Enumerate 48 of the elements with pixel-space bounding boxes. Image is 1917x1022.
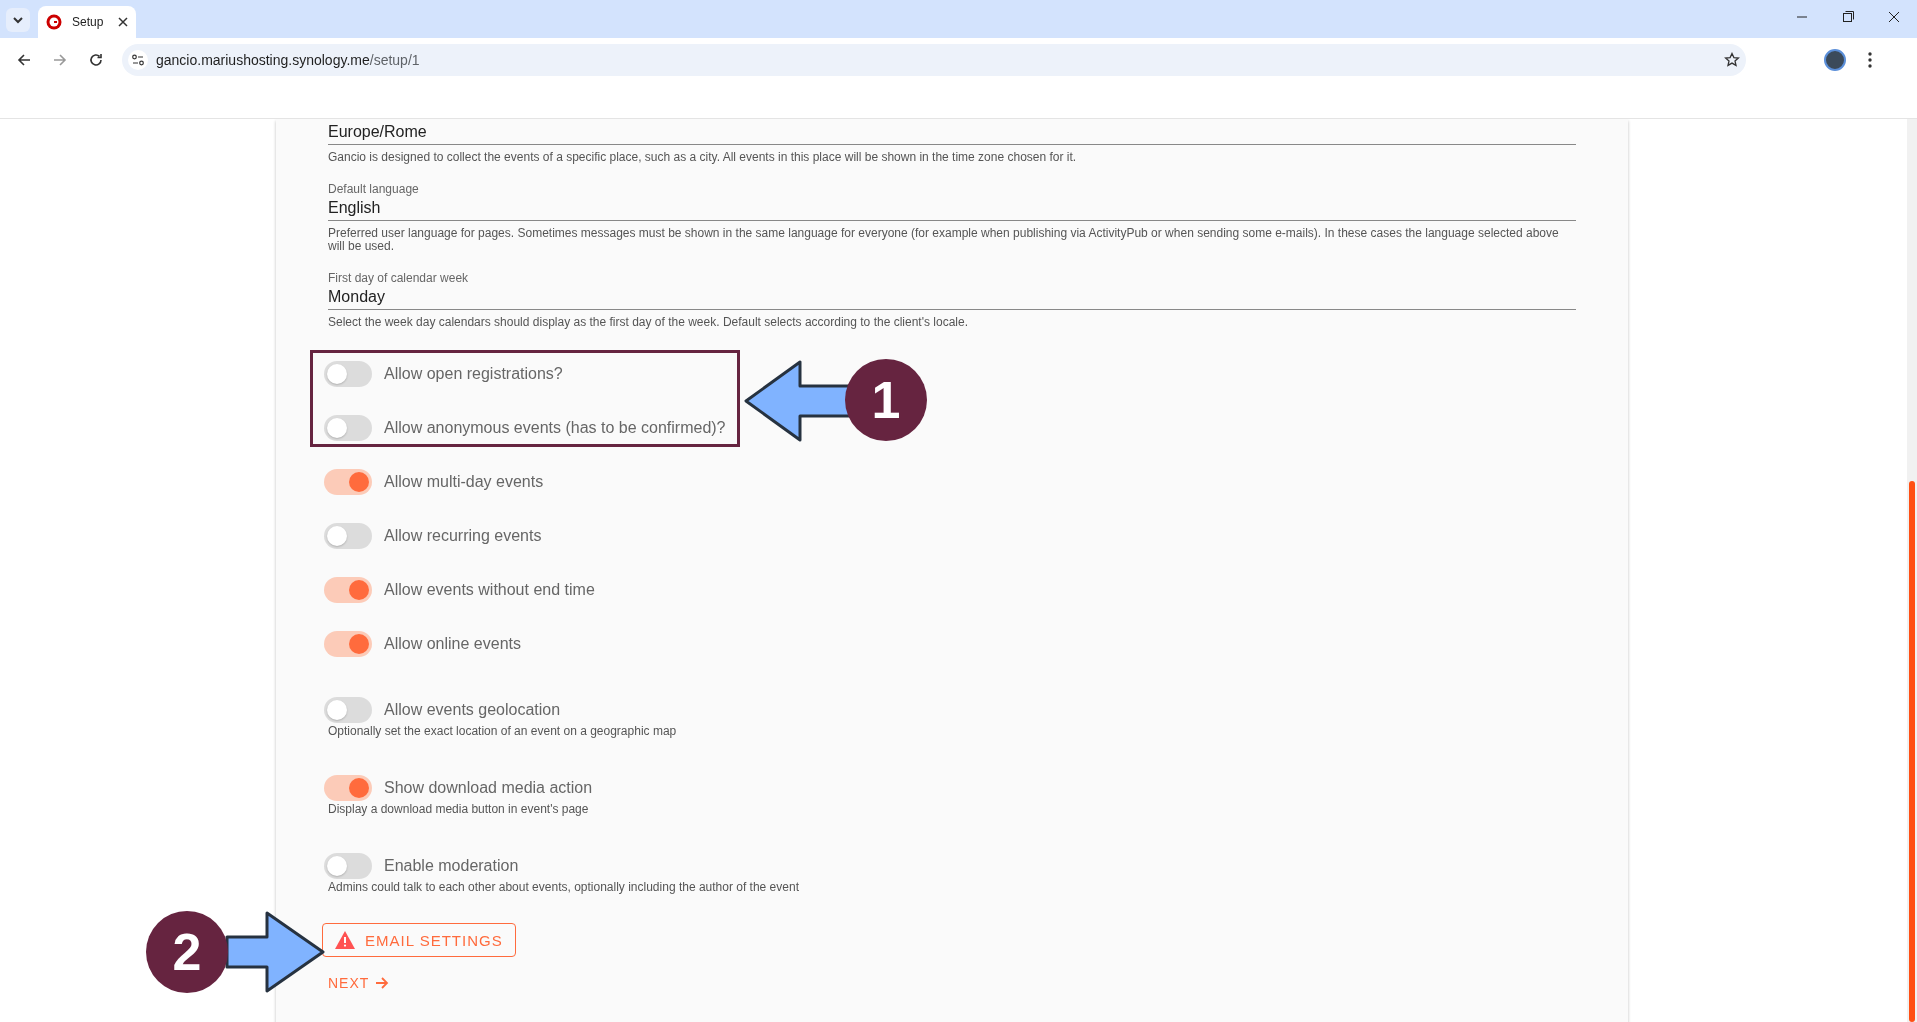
browser-tab[interactable]: Setup <box>38 6 136 38</box>
url-text: gancio.mariushosting.synology.me/setup/1 <box>156 52 421 68</box>
field-label: First day of calendar week <box>328 271 470 285</box>
toggle-label: Allow events geolocation <box>384 701 561 719</box>
select-field[interactable]: Europe/Rome <box>328 120 1576 145</box>
reload-icon[interactable] <box>88 52 104 68</box>
warning-icon <box>335 931 355 949</box>
tab-list-button[interactable] <box>6 8 30 32</box>
toggle-label: Show download media action <box>384 779 593 797</box>
toggle-label: Enable moderation <box>384 857 519 875</box>
field-hint: Select the week day calendars should display as the first day of the week. Default selects according to the client's locale. <box>328 316 969 329</box>
toggle-switch[interactable] <box>324 523 372 549</box>
toggle-switch[interactable] <box>324 361 372 387</box>
setting-hint: Display a download media button in event's page <box>328 802 590 818</box>
close-icon[interactable] <box>118 17 128 27</box>
toggle-switch[interactable] <box>324 415 372 441</box>
toggle-label: Allow open registrations? <box>384 365 563 383</box>
toggle-label: Allow online events <box>384 635 521 653</box>
forward-icon[interactable] <box>52 52 68 68</box>
toggle-label: Allow multi-day events <box>384 473 544 491</box>
address-bar[interactable]: gancio.mariushosting.synology.me/setup/1 <box>122 44 1746 76</box>
select-field[interactable]: English <box>328 196 1576 221</box>
scrollbar[interactable] <box>1907 119 1917 1022</box>
toggle-label: Allow anonymous events (has to be confirmed)? <box>384 419 726 437</box>
arrow-right-icon <box>375 976 390 990</box>
tab-title: Setup <box>72 15 105 29</box>
setting-hint: Admins could talk to each other about events, optionally including the author of the event <box>328 880 800 896</box>
toggle-label: Allow recurring events <box>384 527 542 545</box>
step-number: 2 <box>146 911 228 993</box>
field-hint: Gancio is designed to collect the events of a specific place, such as a city. All events in this place will be shown in the time zone chosen for it. <box>328 151 1078 164</box>
toggle-switch[interactable] <box>324 775 372 801</box>
menu-icon[interactable] <box>1868 52 1872 68</box>
select-field[interactable]: Monday <box>328 285 1576 310</box>
profile-avatar[interactable] <box>1824 49 1846 71</box>
star-icon[interactable] <box>1724 52 1740 68</box>
back-icon[interactable] <box>16 52 32 68</box>
toggle-label: Allow events without end time <box>384 581 595 599</box>
toggle-switch[interactable] <box>324 853 372 879</box>
chevron-down-icon <box>12 14 24 26</box>
toggle-switch[interactable] <box>324 697 372 723</box>
toggle-switch[interactable] <box>324 577 372 603</box>
site-settings-icon[interactable] <box>128 50 148 70</box>
field-label: Default language <box>328 182 420 196</box>
setting-hint: Optionally set the exact location of an event on a geographic map <box>328 724 678 740</box>
toggle-switch[interactable] <box>324 631 372 657</box>
site-logo-icon <box>46 14 62 30</box>
field-hint: Preferred user language for pages. Sometimes messages must be shown in the same language for everyone (for example when publishing via ActivityPub or when sending some e-mails). In these cases the language selected above will be used. <box>328 227 1560 253</box>
toggle-switch[interactable] <box>324 469 372 495</box>
